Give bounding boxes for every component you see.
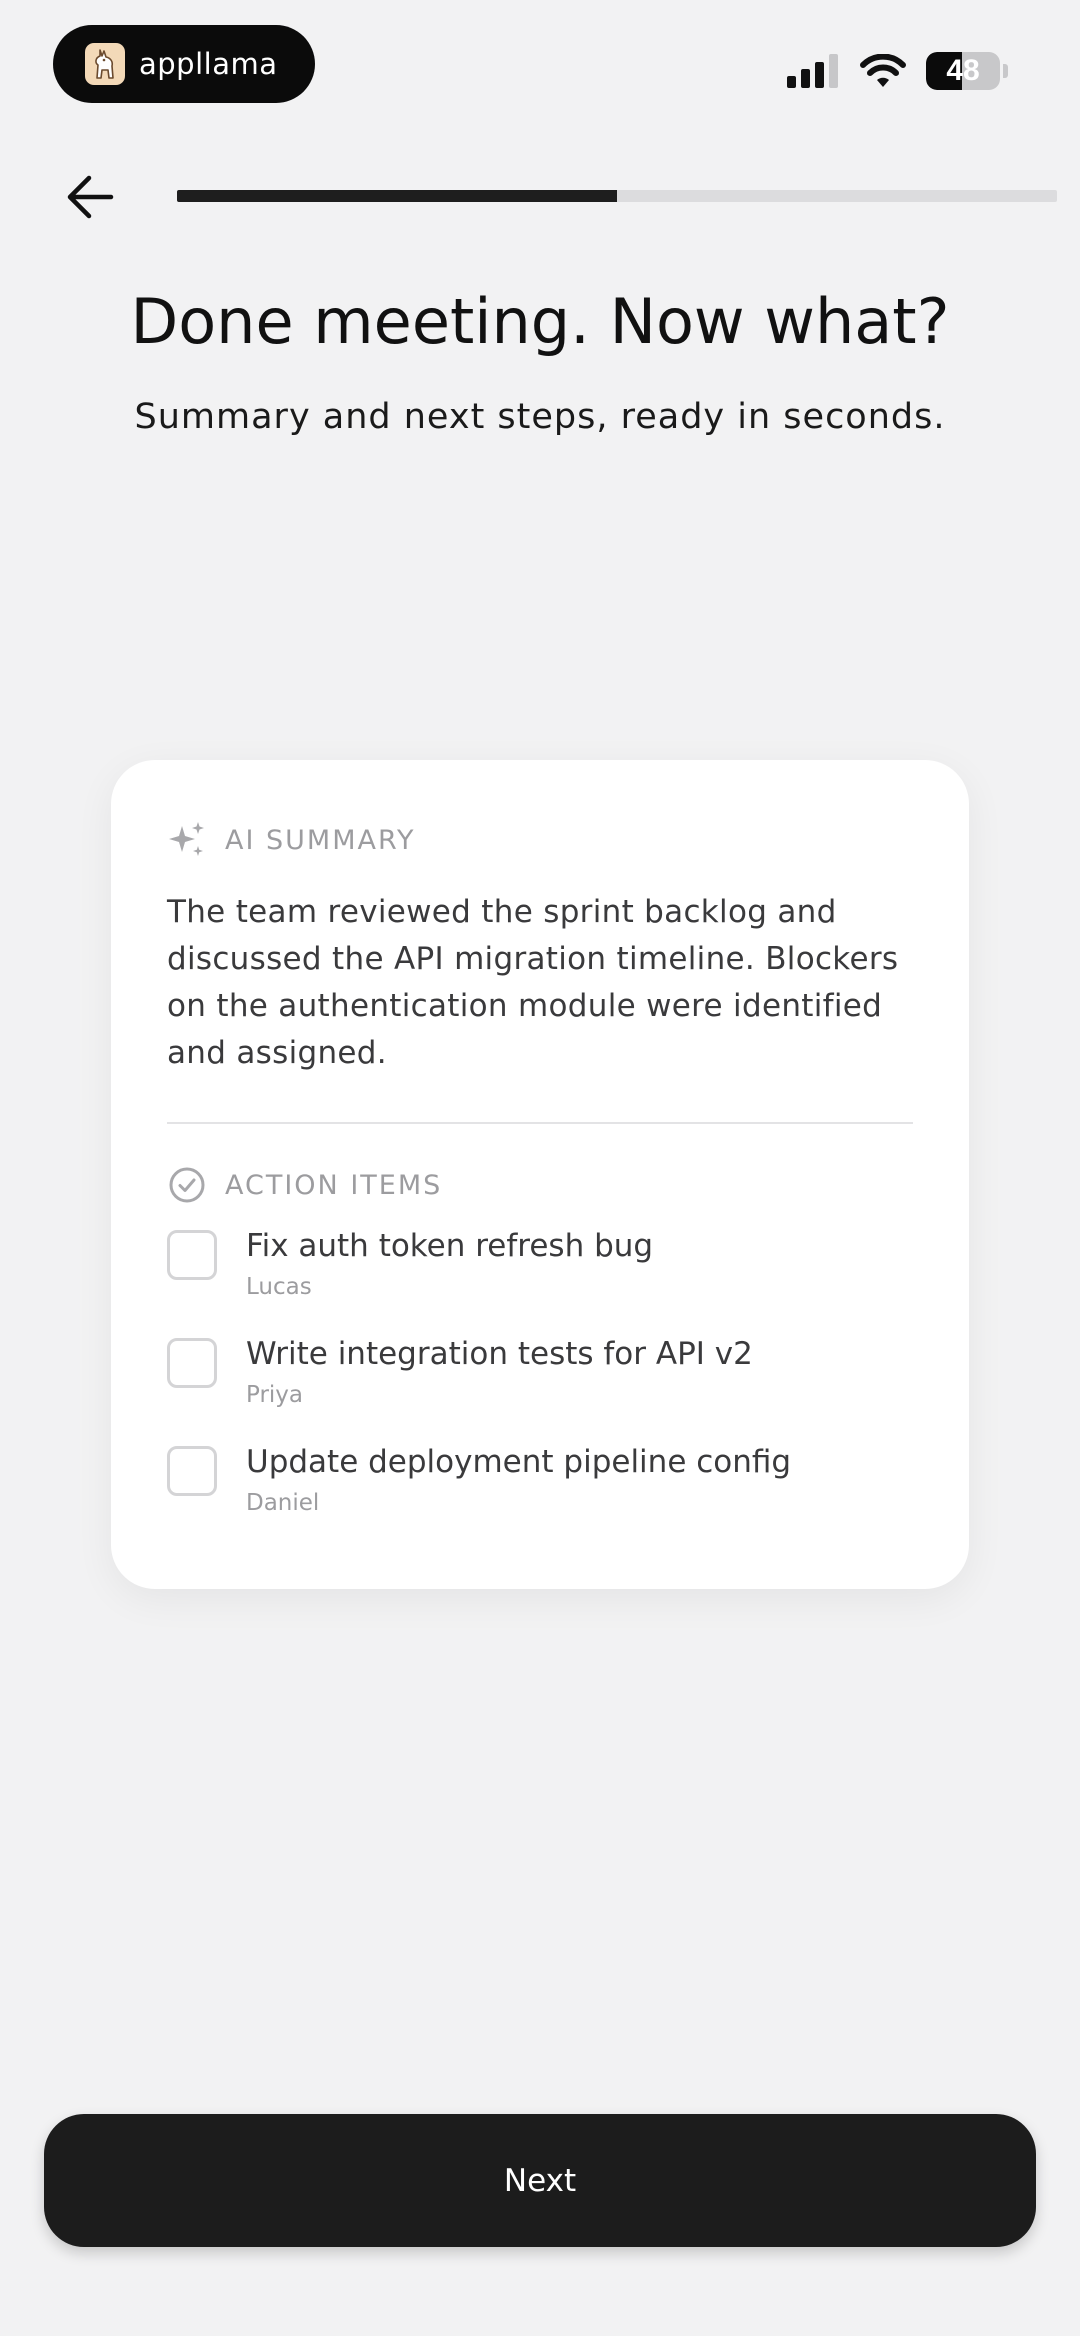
action-owner: Priya [246, 1382, 304, 1408]
action-checkbox[interactable] [167, 1230, 217, 1280]
page-subtitle: Summary and next steps, ready in seconds… [134, 397, 946, 437]
brand-pill[interactable]: appllama [53, 25, 315, 103]
action-owner: Daniel [246, 1490, 320, 1516]
status-icons: 48 [787, 48, 1008, 94]
battery-cap [1003, 64, 1008, 78]
sparkles-icon [169, 822, 204, 856]
action-item: Write integration tests for API v2 Priya [167, 1334, 913, 1442]
llama-icon [85, 43, 125, 85]
battery-icon: 48 [926, 52, 1000, 90]
action-list: Fix auth token refresh bug Lucas Write i… [167, 1226, 913, 1550]
battery-level: 48 [946, 54, 980, 87]
action-item: Fix auth token refresh bug Lucas [167, 1226, 913, 1334]
ai-summary-heading: AI SUMMARY [167, 815, 913, 865]
next-button[interactable]: Next [44, 2114, 1036, 2247]
action-checkbox[interactable] [167, 1338, 217, 1388]
back-button[interactable] [58, 165, 122, 229]
action-item: Update deployment pipeline config Daniel [167, 1442, 913, 1550]
summary-card: AI SUMMARY The team reviewed the sprint … [111, 760, 969, 1589]
brand-name: appllama [139, 47, 278, 81]
divider [167, 1122, 913, 1124]
action-checkbox[interactable] [167, 1446, 217, 1496]
signal-icon [787, 54, 838, 88]
arrow-left-icon [67, 175, 114, 219]
check-circle-icon [169, 1167, 205, 1203]
summary-text: The team reviewed the sprint backlog and… [167, 894, 899, 1071]
action-title: Update deployment pipeline config [246, 1444, 792, 1480]
action-owner: Lucas [246, 1274, 312, 1300]
action-text: Write integration tests for API v2 Priya [246, 1334, 753, 1408]
action-text: Fix auth token refresh bug Lucas [246, 1226, 653, 1300]
page-title: Done meeting. Now what? [130, 285, 950, 358]
action-items-label: ACTION ITEMS [225, 1169, 443, 1201]
ai-summary-label: AI SUMMARY [225, 824, 416, 856]
action-text: Update deployment pipeline config Daniel [246, 1442, 791, 1516]
action-items-heading: ACTION ITEMS [167, 1160, 913, 1210]
action-title: Fix auth token refresh bug [246, 1228, 654, 1264]
wifi-icon [860, 54, 906, 87]
progress-bar [177, 190, 1057, 202]
progress-fill [177, 190, 617, 202]
action-title: Write integration tests for API v2 [246, 1336, 753, 1372]
